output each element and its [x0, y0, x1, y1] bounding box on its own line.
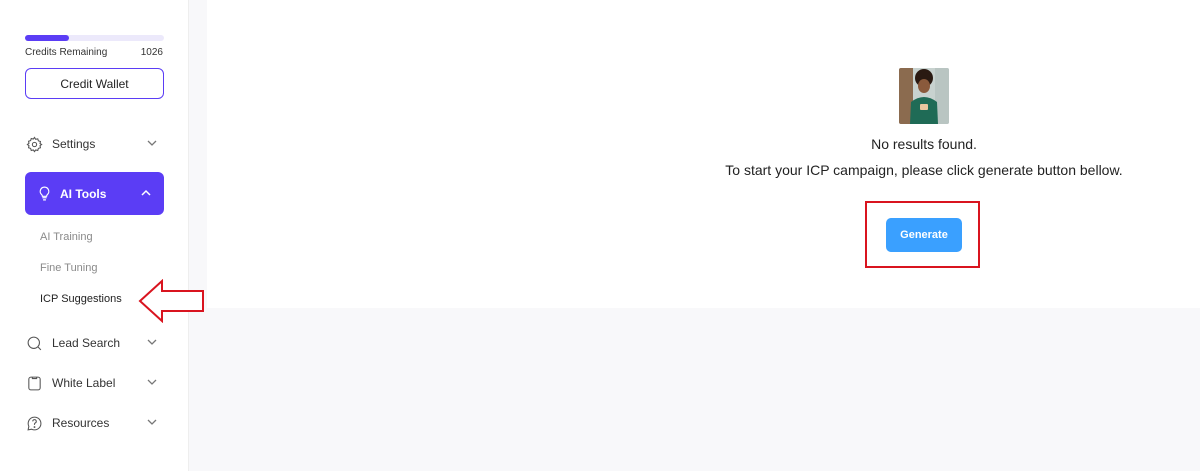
credits-remaining-label: Credits Remaining [25, 47, 108, 58]
empty-state-description: To start your ICP campaign, please click… [725, 162, 1123, 178]
sub-item-icp-suggestions[interactable]: ICP Suggestions [40, 293, 122, 305]
search-icon [25, 334, 43, 352]
sidebar-item-resources[interactable]: Resources [25, 411, 164, 435]
chevron-down-icon [144, 334, 160, 350]
sidebar-item-settings[interactable]: Settings [25, 132, 164, 156]
credit-wallet-button[interactable]: Credit Wallet [25, 68, 164, 99]
sidebar-item-label: Resources [52, 416, 110, 430]
person-illustration [899, 68, 949, 124]
sidebar-item-label: Lead Search [52, 336, 121, 350]
tag-icon [25, 374, 43, 392]
sidebar-item-lead-search[interactable]: Lead Search [25, 331, 164, 355]
help-icon [25, 414, 43, 432]
sidebar-item-ai-tools[interactable]: AI Tools [25, 172, 164, 215]
gear-icon [25, 135, 43, 153]
chevron-down-icon [144, 414, 160, 430]
sub-item-fine-tuning[interactable]: Fine Tuning [40, 262, 97, 274]
generate-button[interactable]: Generate [886, 218, 962, 252]
sidebar-item-label: White Label [52, 376, 116, 390]
credits-progress-bar [25, 35, 164, 41]
sub-item-ai-training[interactable]: AI Training [40, 231, 93, 243]
chevron-down-icon [144, 135, 160, 151]
lightbulb-icon [35, 185, 53, 203]
credits-remaining-value: 1026 [140, 47, 163, 58]
annotation-arrow-icon [138, 279, 204, 323]
sidebar-item-label: AI Tools [60, 186, 107, 201]
empty-state-title: No results found. [871, 136, 977, 152]
sidebar-item-label: Settings [52, 137, 96, 151]
chevron-up-icon [138, 185, 154, 201]
chevron-down-icon [144, 374, 160, 390]
sidebar: Credits Remaining 1026 Credit Wallet Set… [0, 0, 189, 471]
main-content [207, 0, 1200, 308]
sidebar-item-white-label[interactable]: White Label [25, 371, 164, 395]
credits-progress-fill [25, 35, 70, 41]
